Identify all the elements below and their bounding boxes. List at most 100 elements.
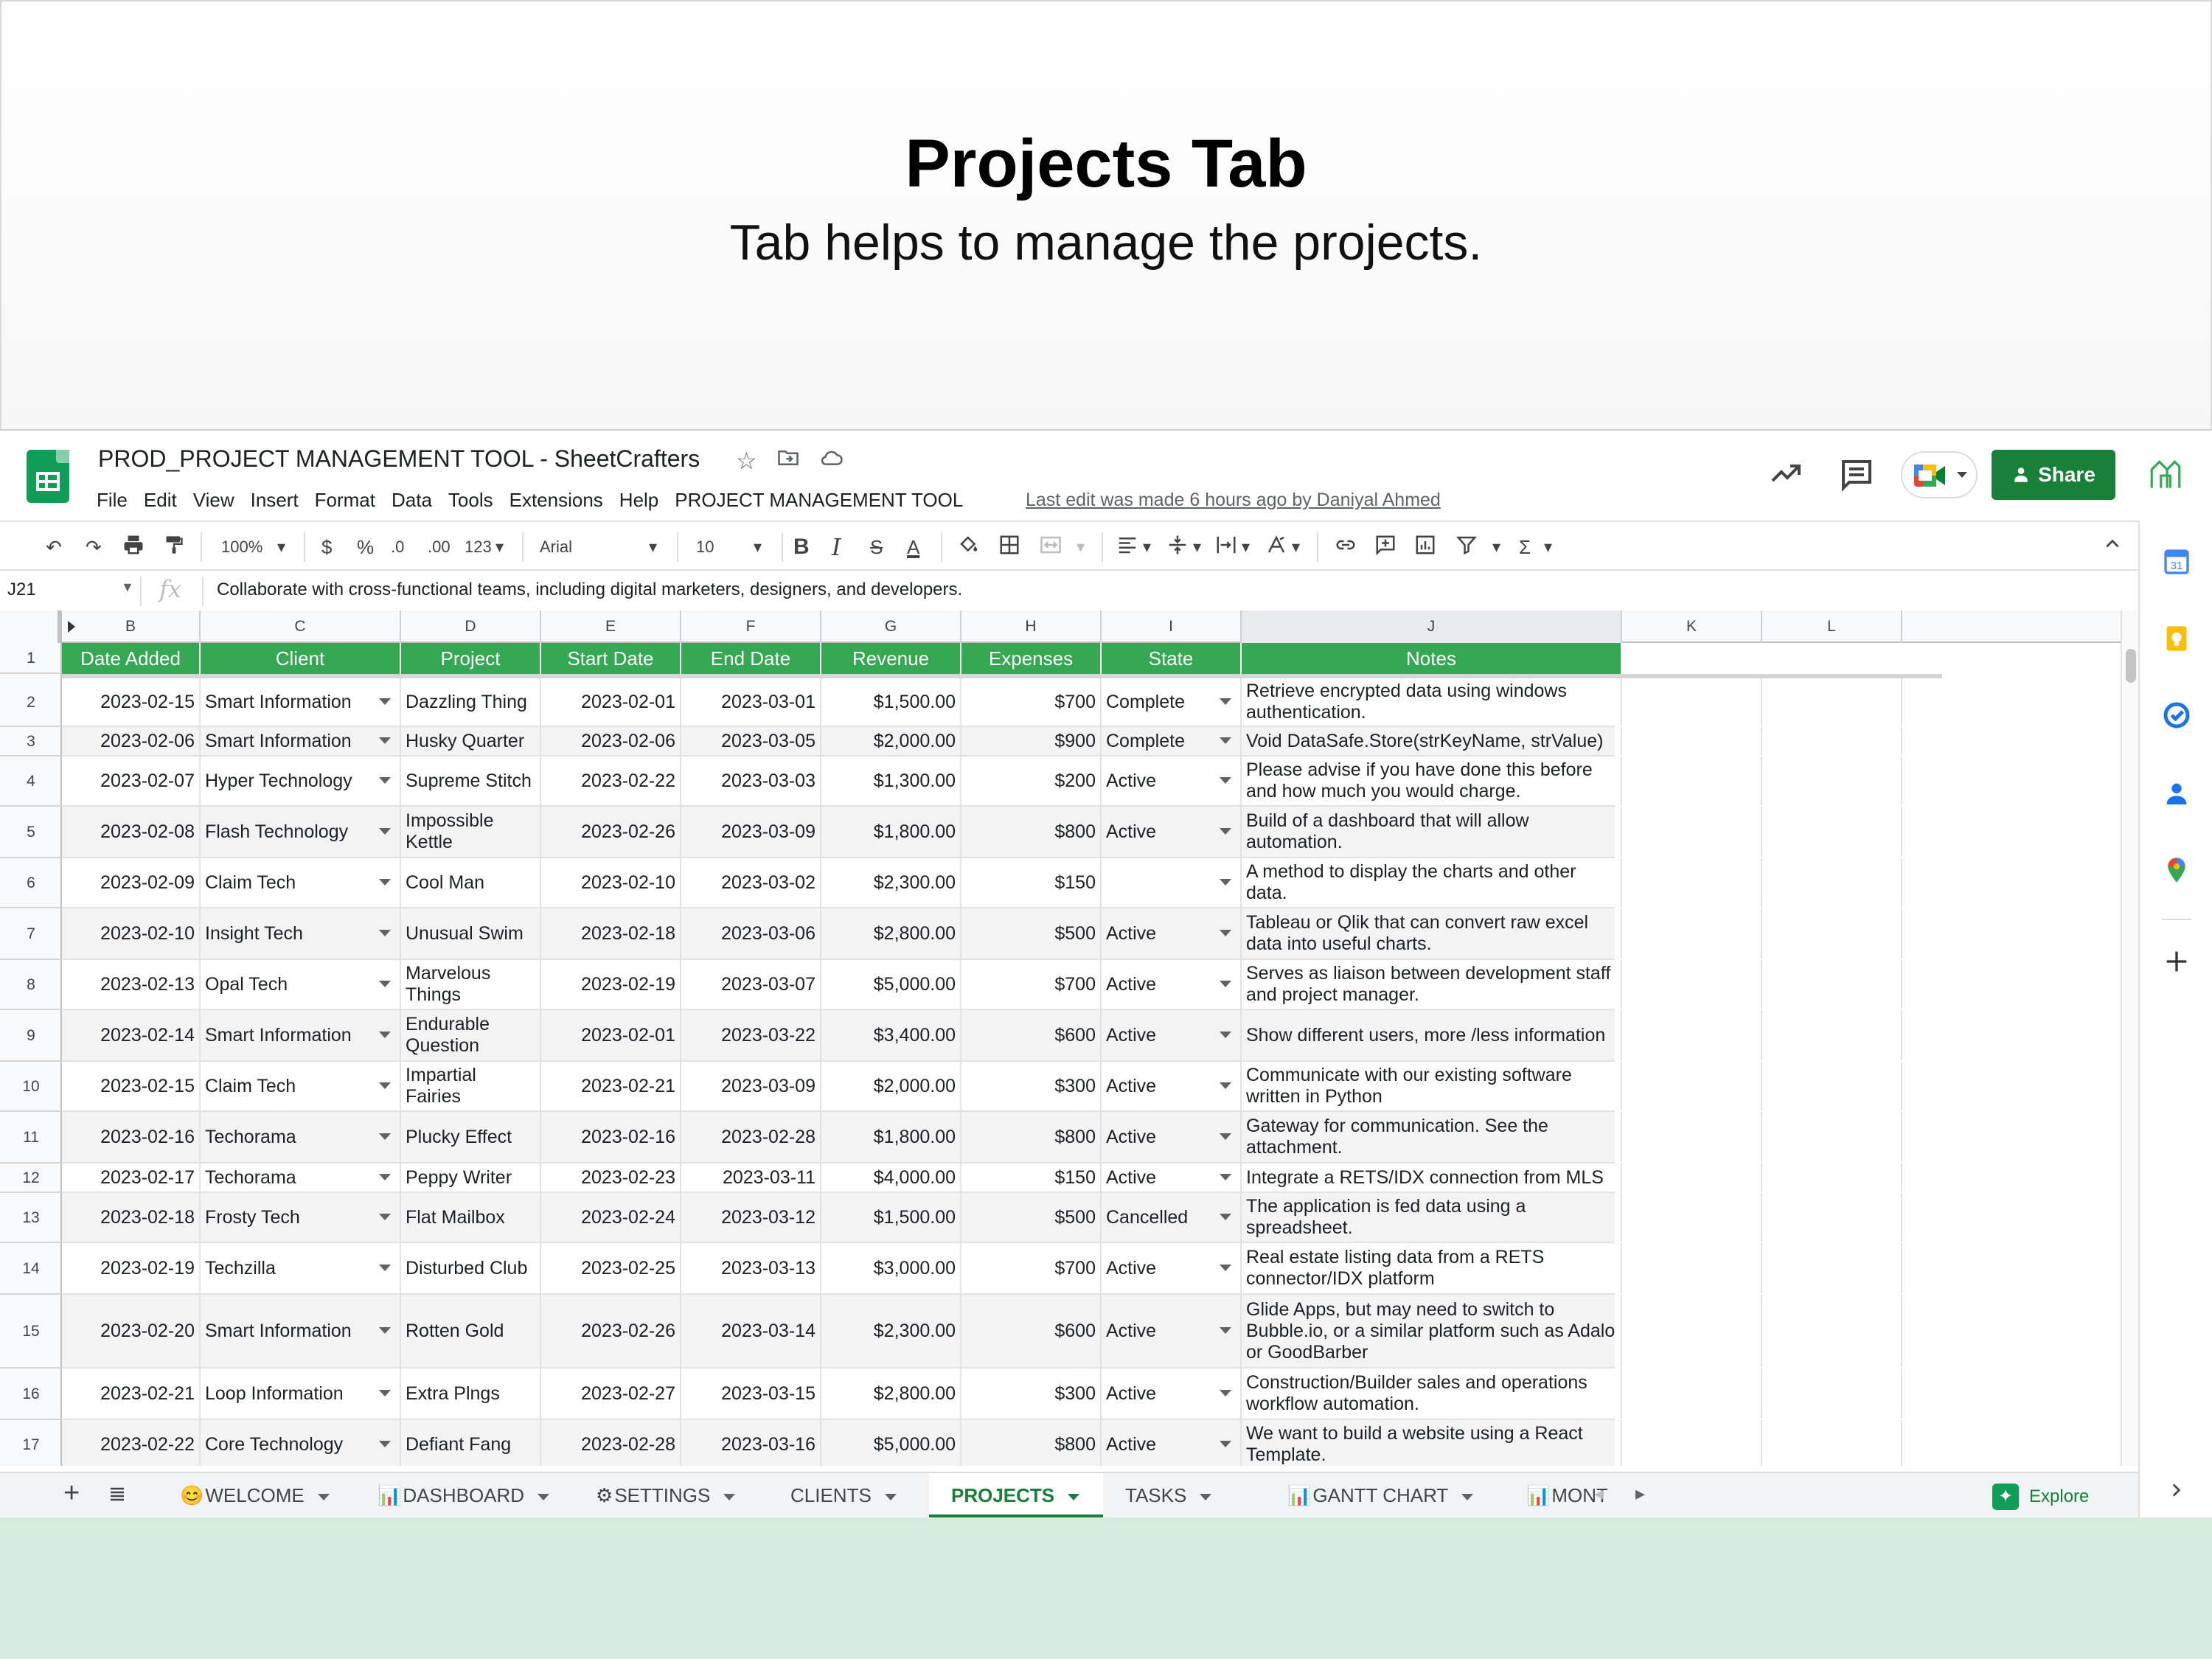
cell-client[interactable]: Techzilla <box>201 1243 401 1293</box>
formula-input[interactable]: Collaborate with cross-functional teams,… <box>217 580 962 600</box>
cell-state[interactable]: Cancelled <box>1102 1193 1242 1242</box>
cell-expenses[interactable]: $600 <box>961 1295 1102 1367</box>
cell-start[interactable]: 2023-02-01 <box>541 678 681 726</box>
cell-start[interactable]: 2023-02-27 <box>541 1368 681 1419</box>
sheet-tab-month[interactable]: 📊MONTH <box>1504 1473 1607 1517</box>
cell-state[interactable]: Active <box>1102 960 1242 1009</box>
column-header-l[interactable]: L <box>1762 611 1902 643</box>
cell-end[interactable]: 2023-02-28 <box>681 1112 821 1162</box>
empty-cell[interactable] <box>1622 1193 1762 1242</box>
menu-item-data[interactable]: Data <box>392 485 442 515</box>
cell-expenses[interactable]: $900 <box>961 727 1102 755</box>
cell-expenses[interactable]: $500 <box>961 908 1102 959</box>
empty-cell[interactable] <box>1622 727 1762 755</box>
cell-expenses[interactable]: $150 <box>961 858 1102 907</box>
cell-state[interactable]: Active <box>1102 1112 1242 1162</box>
dropdown-chevron-icon[interactable] <box>1220 1441 1231 1447</box>
dropdown-chevron-icon[interactable] <box>379 737 391 744</box>
dropdown-chevron-icon[interactable] <box>1220 930 1231 936</box>
cell-revenue[interactable]: $2,300.00 <box>821 858 961 907</box>
chevron-down-icon[interactable]: ▾ <box>1193 534 1201 560</box>
move-folder-icon[interactable] <box>777 447 799 475</box>
filter-icon[interactable] <box>1455 534 1478 560</box>
dropdown-chevron-icon[interactable] <box>379 879 391 886</box>
header-cell-client[interactable]: Client <box>201 643 401 674</box>
dropdown-chevron-icon[interactable] <box>379 1327 391 1334</box>
empty-cell[interactable] <box>1762 960 1902 1009</box>
cell-client[interactable]: Opal Tech <box>201 960 401 1009</box>
empty-cell[interactable] <box>1762 1295 1902 1367</box>
chevron-down-icon[interactable] <box>1068 1493 1080 1500</box>
borders-icon[interactable] <box>998 534 1020 560</box>
text-rotation-icon[interactable] <box>1265 534 1287 560</box>
row-number[interactable]: 5 <box>0 807 62 858</box>
dropdown-chevron-icon[interactable] <box>379 1214 391 1220</box>
empty-cell[interactable] <box>1622 1112 1762 1162</box>
header-cell-revenue[interactable]: Revenue <box>821 643 961 674</box>
cell-expenses[interactable]: $150 <box>961 1164 1102 1192</box>
chevron-down-icon[interactable]: ▾ <box>754 534 762 560</box>
cell-state[interactable]: Active <box>1102 1010 1242 1060</box>
star-icon[interactable]: ☆ <box>736 447 757 475</box>
empty-cell[interactable] <box>1762 1243 1902 1293</box>
dropdown-chevron-icon[interactable] <box>379 1441 391 1447</box>
cell-start[interactable]: 2023-02-24 <box>541 1193 681 1242</box>
percent-format-button[interactable]: % <box>357 534 374 560</box>
cell-start[interactable]: 2023-02-06 <box>541 727 681 755</box>
row-number[interactable]: 16 <box>0 1368 62 1420</box>
cell-expenses[interactable]: $800 <box>961 807 1102 857</box>
empty-cell[interactable] <box>1762 908 1902 959</box>
row-number[interactable]: 9 <box>0 1010 62 1062</box>
cell-project[interactable]: Dazzling Thing <box>401 678 541 726</box>
chevron-down-icon[interactable]: ▾ <box>1292 534 1300 560</box>
cell-revenue[interactable]: $4,000.00 <box>821 1164 961 1192</box>
empty-cell[interactable] <box>1622 1010 1762 1060</box>
keep-icon[interactable] <box>2162 624 2191 653</box>
chevron-down-icon[interactable] <box>1200 1493 1212 1500</box>
cell-notes[interactable]: Please advise if you have done this befo… <box>1242 757 1622 805</box>
empty-cell[interactable] <box>1762 1112 1902 1162</box>
cell-notes[interactable]: We want to build a website using a React… <box>1242 1420 1622 1466</box>
menu-item-tools[interactable]: Tools <box>448 485 504 515</box>
insert-chart-icon[interactable] <box>1414 534 1436 560</box>
cell-project[interactable]: Peppy Writer <box>401 1164 541 1192</box>
row-number[interactable]: 1 <box>0 643 62 674</box>
freeze-divider[interactable] <box>62 674 1942 678</box>
cell-date[interactable]: 2023-02-22 <box>62 1420 201 1466</box>
cell-notes[interactable]: A method to display the charts and other… <box>1242 858 1622 907</box>
header-cell-project[interactable]: Project <box>401 643 541 674</box>
cell-revenue[interactable]: $2,300.00 <box>821 1295 961 1367</box>
cell-project[interactable]: Extra Plngs <box>401 1368 541 1419</box>
empty-cell[interactable] <box>1762 1062 1902 1110</box>
cell-project[interactable]: Marvelous Things <box>401 960 541 1009</box>
chevron-down-icon[interactable]: ▾ <box>1242 534 1250 560</box>
font-family-select[interactable]: Arial <box>540 534 572 560</box>
column-header-j[interactable]: J <box>1242 611 1622 643</box>
empty-cell[interactable] <box>1762 757 1902 805</box>
paint-format-icon[interactable] <box>164 534 184 560</box>
empty-cell[interactable] <box>1762 678 1902 726</box>
cell-expenses[interactable]: $200 <box>961 757 1102 805</box>
cell-client[interactable]: Smart Information <box>201 1010 401 1060</box>
cell-revenue[interactable]: $3,000.00 <box>821 1243 961 1293</box>
empty-cell[interactable] <box>1622 858 1762 907</box>
empty-cell[interactable] <box>1762 1420 1902 1466</box>
column-header-d[interactable]: D <box>401 611 541 643</box>
empty-cell[interactable] <box>1622 1295 1762 1367</box>
dropdown-chevron-icon[interactable] <box>1220 828 1231 835</box>
text-color-button[interactable]: A <box>907 534 919 560</box>
row-number[interactable]: 17 <box>0 1420 62 1466</box>
cell-state[interactable]: Complete <box>1102 727 1242 755</box>
cell-expenses[interactable]: $600 <box>961 1010 1102 1060</box>
scroll-tabs-left-icon[interactable]: ◂ <box>1594 1482 1604 1505</box>
cell-expenses[interactable]: $700 <box>961 678 1102 726</box>
cell-notes[interactable]: Real estate listing data from a RETS con… <box>1242 1243 1622 1293</box>
cell-start[interactable]: 2023-02-18 <box>541 908 681 959</box>
cell-start[interactable]: 2023-02-21 <box>541 1062 681 1110</box>
cell-client[interactable]: Techorama <box>201 1112 401 1162</box>
dropdown-chevron-icon[interactable] <box>379 1032 391 1038</box>
add-addon-icon[interactable] <box>2162 947 2191 976</box>
cell-state[interactable]: Active <box>1102 908 1242 959</box>
decrease-decimal-button[interactable]: .0 <box>391 534 404 560</box>
menu-item-project-management-tool[interactable]: PROJECT MANAGEMENT TOOL <box>675 485 973 515</box>
